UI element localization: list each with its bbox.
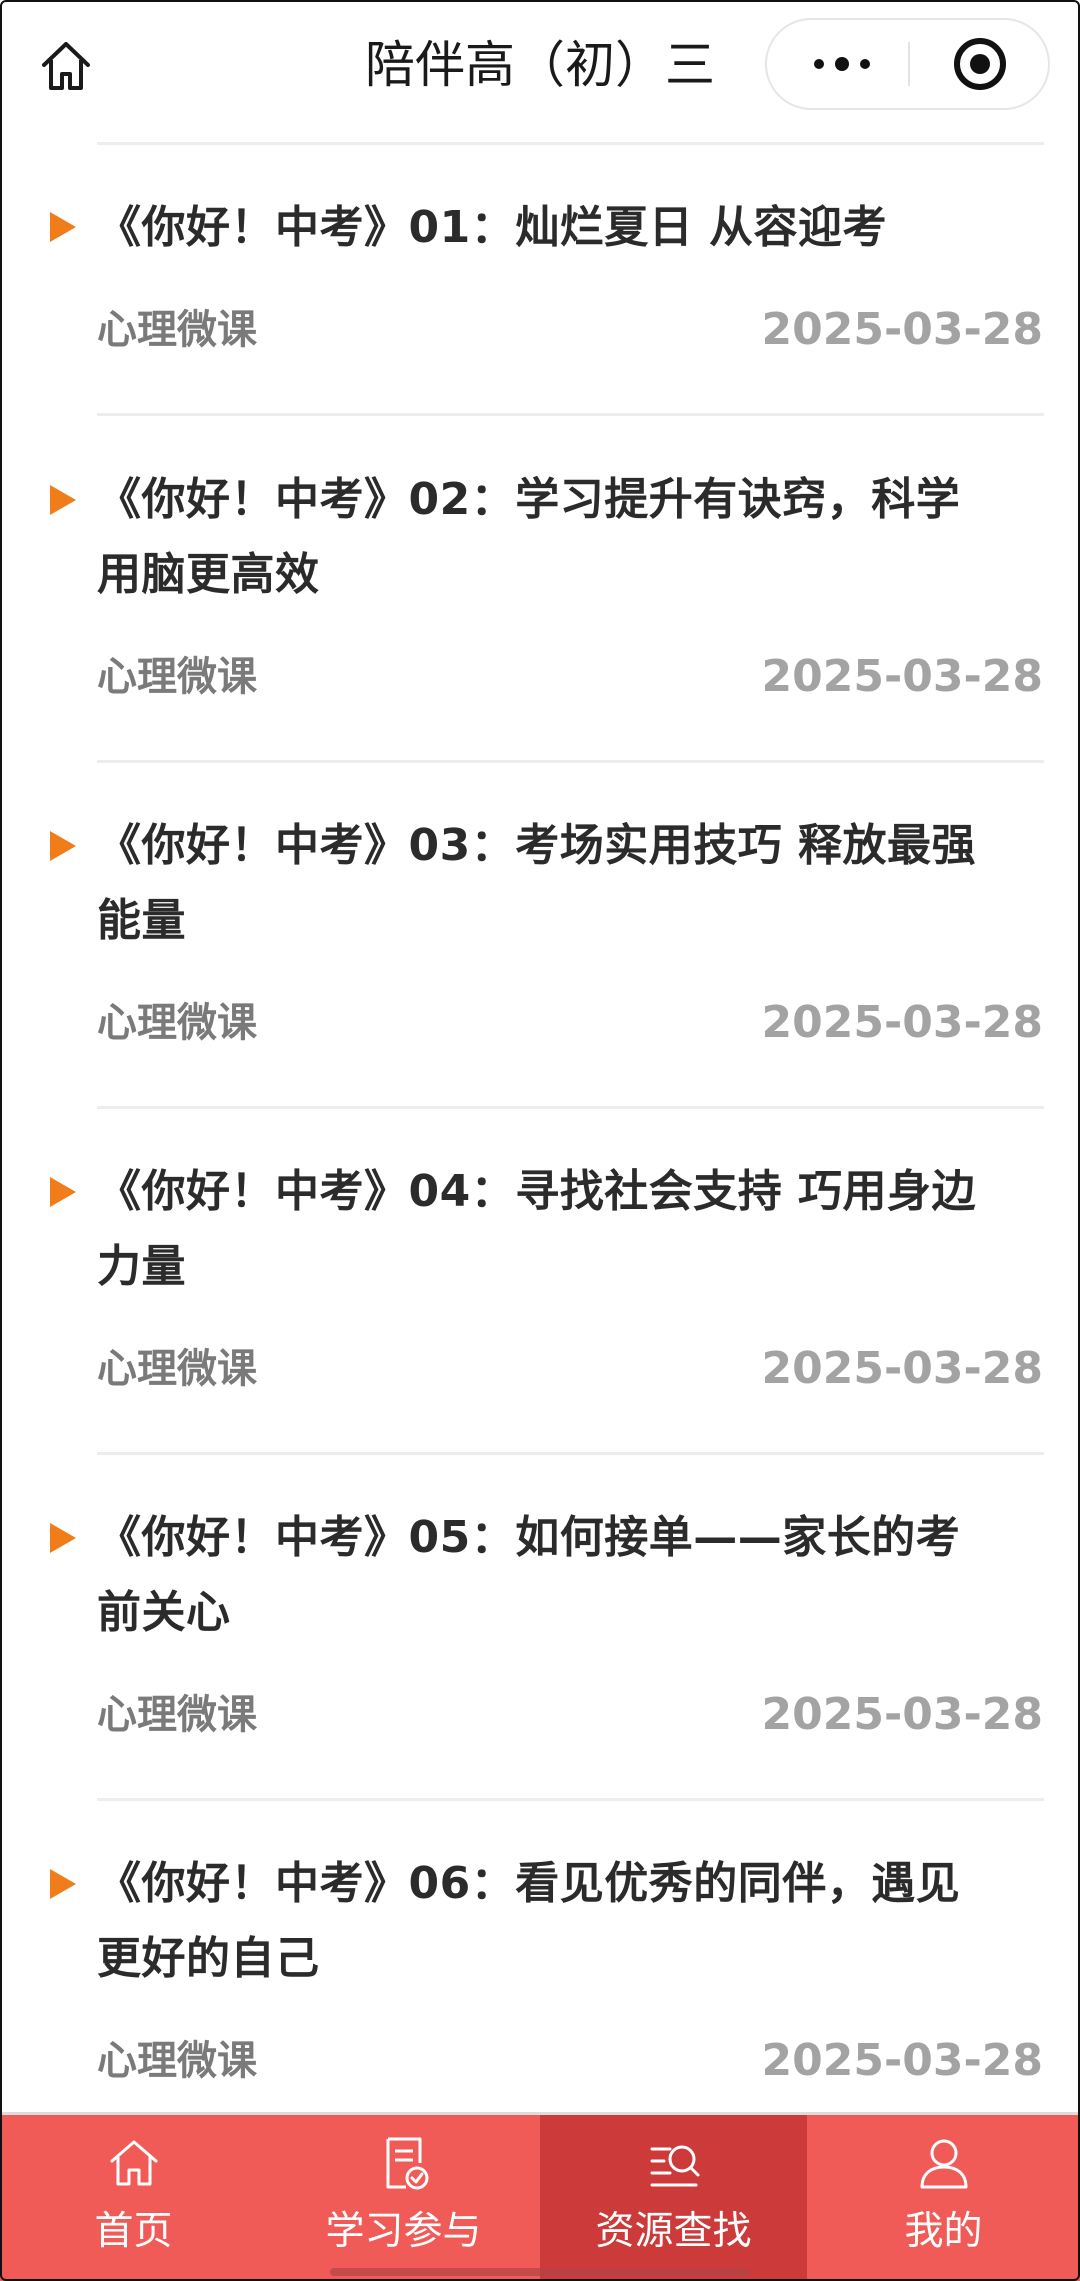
item-title: 《你好！中考》01：灿烂夏日 从容迎考 xyxy=(97,202,888,253)
item-date: 2025-03-28 xyxy=(761,1343,1043,1394)
item-category: 心理微课 xyxy=(97,1692,257,1738)
item-date: 2025-03-28 xyxy=(761,304,1043,355)
list-divider xyxy=(97,1798,1044,1801)
capsule-divider xyxy=(908,42,910,86)
target-circle-icon xyxy=(954,38,1006,90)
search-list-icon xyxy=(650,2145,699,2187)
tab-label: 我的 xyxy=(904,2209,983,2254)
item-date: 2025-03-28 xyxy=(761,1689,1043,1740)
item-category: 心理微课 xyxy=(97,1346,257,1392)
item-title-line2: 用脑更高效 xyxy=(97,549,320,600)
list-divider xyxy=(97,1106,1044,1109)
home-icon xyxy=(110,2140,157,2186)
item-date: 2025-03-28 xyxy=(761,651,1043,702)
tab-learning[interactable]: 学习参与 xyxy=(270,2115,537,2281)
mini-program-capsule xyxy=(765,18,1050,110)
play-arrow-icon xyxy=(50,485,76,515)
page-title: 陪伴高（初）三 xyxy=(365,36,715,94)
item-title-line1: 《你好！中考》02：学习提升有诀窍，科学 xyxy=(97,474,961,525)
item-title-line1: 《你好！中考》03：考场实用技巧 释放最强 xyxy=(97,820,977,871)
tab-home[interactable]: 首页 xyxy=(0,2115,267,2281)
item-title-line2: 能量 xyxy=(97,895,186,946)
more-dots-icon xyxy=(814,57,870,71)
play-arrow-icon xyxy=(50,1177,76,1207)
item-category: 心理微课 xyxy=(97,2038,257,2084)
document-check-icon xyxy=(386,2137,428,2190)
play-arrow-icon xyxy=(50,1869,76,1899)
item-date: 2025-03-28 xyxy=(761,997,1043,1048)
more-button[interactable] xyxy=(787,20,897,108)
item-title-line1: 《你好！中考》06：看见优秀的同伴，遇见 xyxy=(97,1858,961,1909)
home-icon xyxy=(42,42,90,90)
list-divider xyxy=(97,142,1044,145)
tab-label: 资源查找 xyxy=(595,2209,752,2254)
tab-label: 学习参与 xyxy=(325,2209,482,2254)
play-arrow-icon xyxy=(50,212,76,242)
list-divider xyxy=(97,413,1044,416)
item-title-line1: 《你好！中考》04：寻找社会支持 巧用身边 xyxy=(97,1166,977,1217)
list-divider xyxy=(97,1452,1044,1455)
item-title-line1: 《你好！中考》05：如何接单——家长的考 xyxy=(97,1512,961,1563)
item-category: 心理微课 xyxy=(97,307,257,353)
tab-mine[interactable]: 我的 xyxy=(810,2115,1077,2281)
item-category: 心理微课 xyxy=(97,654,257,700)
item-title-line2: 力量 xyxy=(97,1241,186,1292)
list-divider xyxy=(97,760,1044,763)
play-arrow-icon xyxy=(50,831,76,861)
tab-label: 首页 xyxy=(94,2209,173,2254)
close-mini-program-button[interactable] xyxy=(925,20,1035,108)
item-title-line2: 前关心 xyxy=(97,1587,231,1638)
tab-resources[interactable]: 资源查找 xyxy=(540,2115,807,2281)
user-icon xyxy=(920,2139,967,2189)
bottom-tab-bar: 首页 学习参与 资源查找 我的 xyxy=(0,2112,1080,2281)
home-indicator xyxy=(330,2268,750,2276)
home-button[interactable] xyxy=(36,36,96,96)
top-navigation-bar: 陪伴高（初）三 xyxy=(0,0,1080,140)
item-date: 2025-03-28 xyxy=(761,2035,1043,2086)
play-arrow-icon xyxy=(50,1523,76,1553)
item-title-line2: 更好的自己 xyxy=(97,1933,320,1984)
item-category: 心理微课 xyxy=(97,1000,257,1046)
